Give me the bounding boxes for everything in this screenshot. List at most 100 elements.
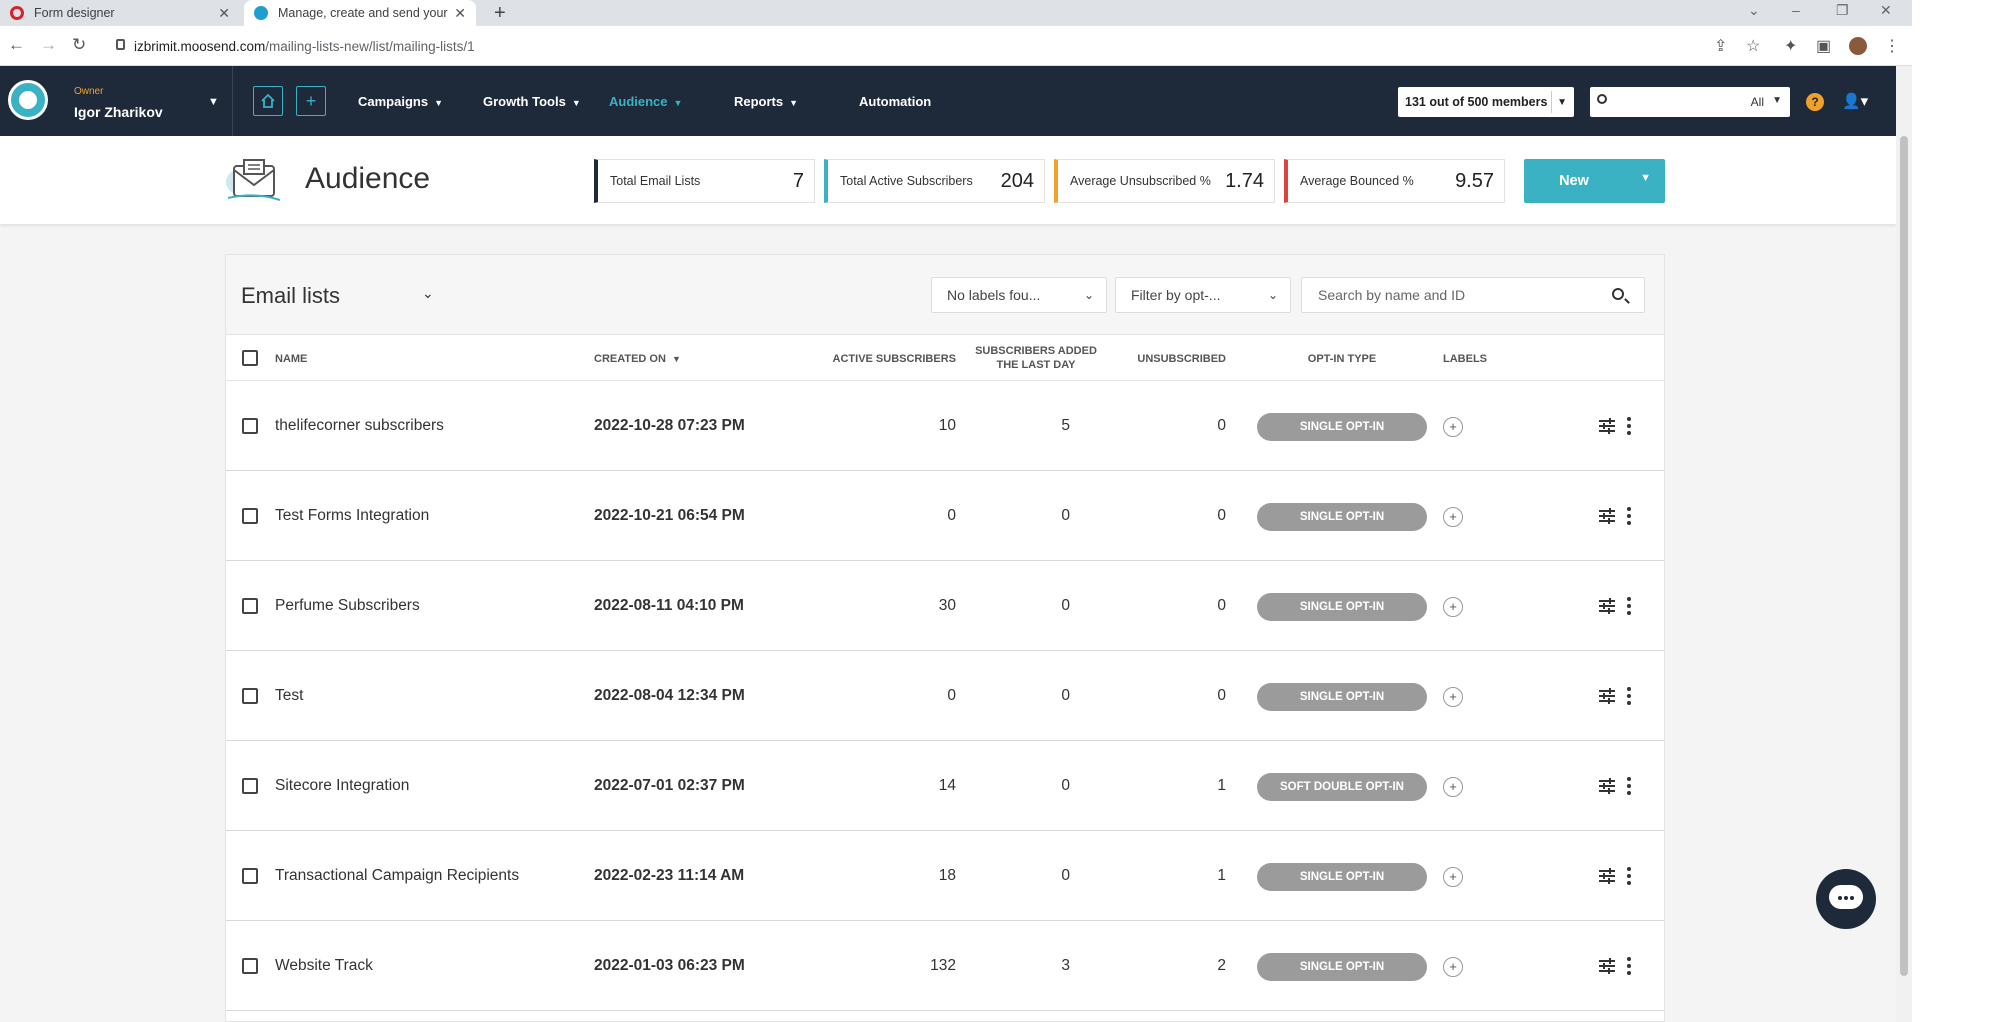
- more-options-icon[interactable]: [1627, 687, 1631, 705]
- user-menu-chevron-icon[interactable]: ▼: [208, 96, 219, 108]
- moosend-logo[interactable]: [8, 80, 48, 120]
- table-row[interactable]: Sitecore Integration 2022-07-01 02:37 PM…: [226, 741, 1664, 831]
- list-name[interactable]: Sitecore Integration: [275, 777, 409, 795]
- forward-icon[interactable]: →: [40, 35, 57, 55]
- browser-tab-form-designer[interactable]: Form designer ✕: [0, 0, 240, 26]
- column-unsubscribed[interactable]: UNSUBSCRIBED: [1106, 353, 1226, 365]
- table-row[interactable]: Perfume Subscribers 2022-08-11 04:10 PM …: [226, 561, 1664, 651]
- list-name[interactable]: Website Track: [275, 957, 373, 975]
- table-row[interactable]: thelifecorner subscribers 2022-10-28 07:…: [226, 381, 1664, 471]
- new-button[interactable]: New ▼: [1524, 159, 1665, 203]
- nav-automation[interactable]: Automation: [859, 94, 931, 109]
- list-name[interactable]: Test: [275, 687, 303, 705]
- nav-audience[interactable]: Audience ▼: [609, 94, 682, 109]
- column-added-last-day[interactable]: SUBSCRIBERS ADDED THE LAST DAY: [966, 344, 1106, 372]
- nav-campaigns[interactable]: Campaigns ▼: [358, 94, 443, 109]
- members-usage-dropdown[interactable]: 131 out of 500 members ▼: [1398, 87, 1574, 117]
- nav-item-label: Reports: [734, 94, 784, 109]
- chevron-down-icon[interactable]: ⌄: [422, 285, 434, 302]
- back-icon[interactable]: ←: [8, 35, 25, 55]
- close-tab-icon[interactable]: ✕: [454, 5, 466, 22]
- more-options-icon[interactable]: [1627, 417, 1631, 435]
- url-path: /mailing-lists-new/list/mailing-lists/1: [265, 38, 475, 54]
- list-search-input[interactable]: [1302, 278, 1602, 312]
- sidebar-icon[interactable]: ▣: [1816, 36, 1831, 56]
- help-icon[interactable]: ?: [1806, 93, 1824, 111]
- minimize-icon[interactable]: –: [1792, 2, 1800, 18]
- add-label-icon[interactable]: +: [1443, 867, 1463, 887]
- add-label-icon[interactable]: +: [1443, 507, 1463, 527]
- nav-growth-tools[interactable]: Growth Tools ▼: [483, 94, 581, 109]
- close-tab-icon[interactable]: ✕: [218, 5, 230, 22]
- table-row[interactable]: Website Track 2022-01-03 06:23 PM 132 3 …: [226, 921, 1664, 1011]
- more-options-icon[interactable]: [1627, 777, 1631, 795]
- user-name[interactable]: Igor Zharikov: [74, 104, 163, 120]
- live-chat-button[interactable]: [1816, 869, 1876, 929]
- column-created-on[interactable]: CREATED ON ▼: [594, 353, 681, 365]
- list-name[interactable]: Transactional Campaign Recipients: [275, 867, 519, 885]
- extensions-icon[interactable]: ✦: [1784, 36, 1797, 56]
- table-row[interactable]: Test Forms Integration 2022-10-21 06:54 …: [226, 471, 1664, 561]
- list-name[interactable]: thelifecorner subscribers: [275, 417, 444, 435]
- select-all-checkbox[interactable]: [242, 350, 258, 366]
- search-icon[interactable]: [1612, 288, 1624, 300]
- page-scrollbar[interactable]: [1896, 66, 1912, 1022]
- list-settings-icon[interactable]: [1599, 778, 1615, 794]
- account-menu-icon[interactable]: 👤▾: [1842, 92, 1868, 110]
- more-options-icon[interactable]: [1627, 957, 1631, 975]
- add-label-icon[interactable]: +: [1443, 957, 1463, 977]
- add-label-icon[interactable]: +: [1443, 777, 1463, 797]
- panel-title[interactable]: Email lists: [241, 283, 340, 309]
- close-window-icon[interactable]: ✕: [1880, 2, 1892, 19]
- row-checkbox[interactable]: [242, 418, 258, 434]
- chevron-down-icon[interactable]: ▼: [1772, 95, 1782, 106]
- add-label-icon[interactable]: +: [1443, 417, 1463, 437]
- chevron-down-icon[interactable]: ▼: [1640, 172, 1651, 184]
- restore-icon[interactable]: ❐: [1836, 2, 1849, 19]
- list-settings-icon[interactable]: [1599, 688, 1615, 704]
- url-field[interactable]: izbrimit.moosend.com/mailing-lists-new/l…: [110, 33, 1710, 59]
- table-row[interactable]: Test 2022-08-04 12:34 PM 0 0 0 SINGLE OP…: [226, 651, 1664, 741]
- new-tab-icon[interactable]: +: [494, 2, 506, 25]
- row-checkbox[interactable]: [242, 868, 258, 884]
- label-filter-select[interactable]: No labels fou... ⌄: [931, 277, 1107, 313]
- browser-profile-avatar[interactable]: [1849, 37, 1867, 55]
- table-row[interactable]: Transactional Campaign Recipients 2022-0…: [226, 831, 1664, 921]
- list-settings-icon[interactable]: [1599, 418, 1615, 434]
- optin-filter-select[interactable]: Filter by opt-... ⌄: [1115, 277, 1291, 313]
- more-options-icon[interactable]: [1627, 507, 1631, 525]
- tab-search-chevron-icon[interactable]: ⌄: [1748, 2, 1760, 19]
- list-settings-icon[interactable]: [1599, 868, 1615, 884]
- column-optin-type[interactable]: OPT-IN TYPE: [1257, 353, 1427, 365]
- list-settings-icon[interactable]: [1599, 958, 1615, 974]
- add-label-icon[interactable]: +: [1443, 597, 1463, 617]
- home-button[interactable]: [253, 86, 283, 116]
- list-name[interactable]: Test Forms Integration: [275, 507, 429, 525]
- column-active-subscribers[interactable]: ACTIVE SUBSCRIBERS: [756, 353, 956, 365]
- more-options-icon[interactable]: [1627, 867, 1631, 885]
- row-checkbox[interactable]: [242, 958, 258, 974]
- row-checkbox[interactable]: [242, 688, 258, 704]
- added-last-day: 0: [1061, 597, 1070, 614]
- browser-menu-icon[interactable]: ⋮: [1884, 36, 1900, 56]
- add-label-icon[interactable]: +: [1443, 687, 1463, 707]
- share-icon[interactable]: ⇪: [1714, 36, 1727, 56]
- search-scope[interactable]: All: [1751, 95, 1764, 109]
- browser-tab-moosend[interactable]: Manage, create and send your em ✕: [244, 0, 476, 26]
- new-button-label: New: [1559, 173, 1589, 189]
- list-name[interactable]: Perfume Subscribers: [275, 597, 420, 615]
- row-checkbox[interactable]: [242, 778, 258, 794]
- nav-reports[interactable]: Reports ▼: [734, 94, 798, 109]
- column-name[interactable]: NAME: [275, 353, 307, 365]
- list-settings-icon[interactable]: [1599, 508, 1615, 524]
- global-search[interactable]: All ▼: [1590, 87, 1790, 117]
- list-settings-icon[interactable]: [1599, 598, 1615, 614]
- row-checkbox[interactable]: [242, 598, 258, 614]
- scrollbar-thumb[interactable]: [1900, 136, 1908, 976]
- bookmark-star-icon[interactable]: ☆: [1746, 36, 1760, 56]
- create-button[interactable]: +: [296, 86, 326, 116]
- reload-icon[interactable]: ↻: [72, 35, 86, 55]
- created-on: 2022-02-23 11:14 AM: [594, 867, 745, 884]
- row-checkbox[interactable]: [242, 508, 258, 524]
- more-options-icon[interactable]: [1627, 597, 1631, 615]
